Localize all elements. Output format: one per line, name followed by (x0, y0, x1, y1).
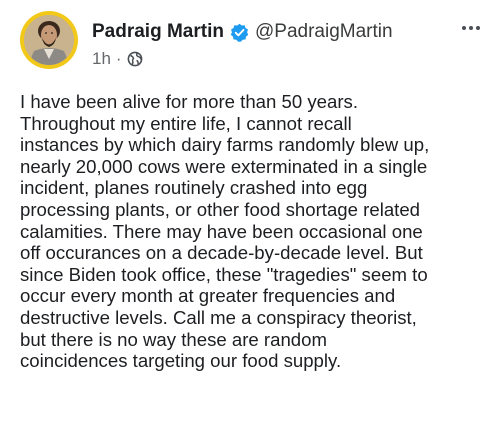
post-text-line: nearly 20,000 cows were exterminated in … (20, 155, 428, 177)
post-text-line: instances by which dairy farms randomly … (20, 134, 430, 156)
author-line: Padraig Martin @PadraigMartin (92, 21, 393, 43)
post-card: Padraig Martin @PadraigMartin 1h · I hav… (0, 0, 500, 430)
post-text-line: off occurances on a decade-by-decade lev… (20, 242, 423, 264)
more-dot (476, 26, 480, 30)
more-options-icon[interactable] (462, 22, 480, 34)
post-time[interactable]: 1h (92, 49, 111, 69)
post-text-line: occur every month at greater frequencies… (20, 285, 396, 307)
meta-separator: · (115, 49, 122, 68)
post-text-line: destructive levels. Call me a conspiracy… (20, 306, 417, 328)
more-dot (469, 26, 473, 30)
public-globe-icon[interactable] (127, 51, 143, 67)
post-text-line: since Biden took office, these "tragedie… (20, 263, 428, 285)
post-text: I have been alive for more than 50 years… (20, 91, 490, 372)
post-text-line: incident, planes routinely crashed into … (20, 177, 368, 199)
post-text-line: processing plants, or other food shortag… (20, 198, 421, 220)
post-text-line: coincidences targeting our food supply. (20, 350, 342, 372)
profile-photo (24, 15, 74, 65)
post-meta: 1h · (92, 49, 143, 69)
post-text-line: I have been alive for more than 50 years… (20, 91, 358, 112)
author-name[interactable]: Padraig Martin (92, 21, 224, 43)
post-text-line: but there is no way these are random (20, 328, 327, 350)
avatar[interactable] (20, 11, 78, 69)
verified-badge-icon (230, 23, 249, 42)
more-dot (462, 26, 466, 30)
post-text-line: calamities. There may have been occasion… (20, 220, 423, 242)
author-handle[interactable]: @PadraigMartin (255, 21, 393, 43)
post-text-line: Throughout my entire life, I cannot reca… (20, 112, 352, 134)
